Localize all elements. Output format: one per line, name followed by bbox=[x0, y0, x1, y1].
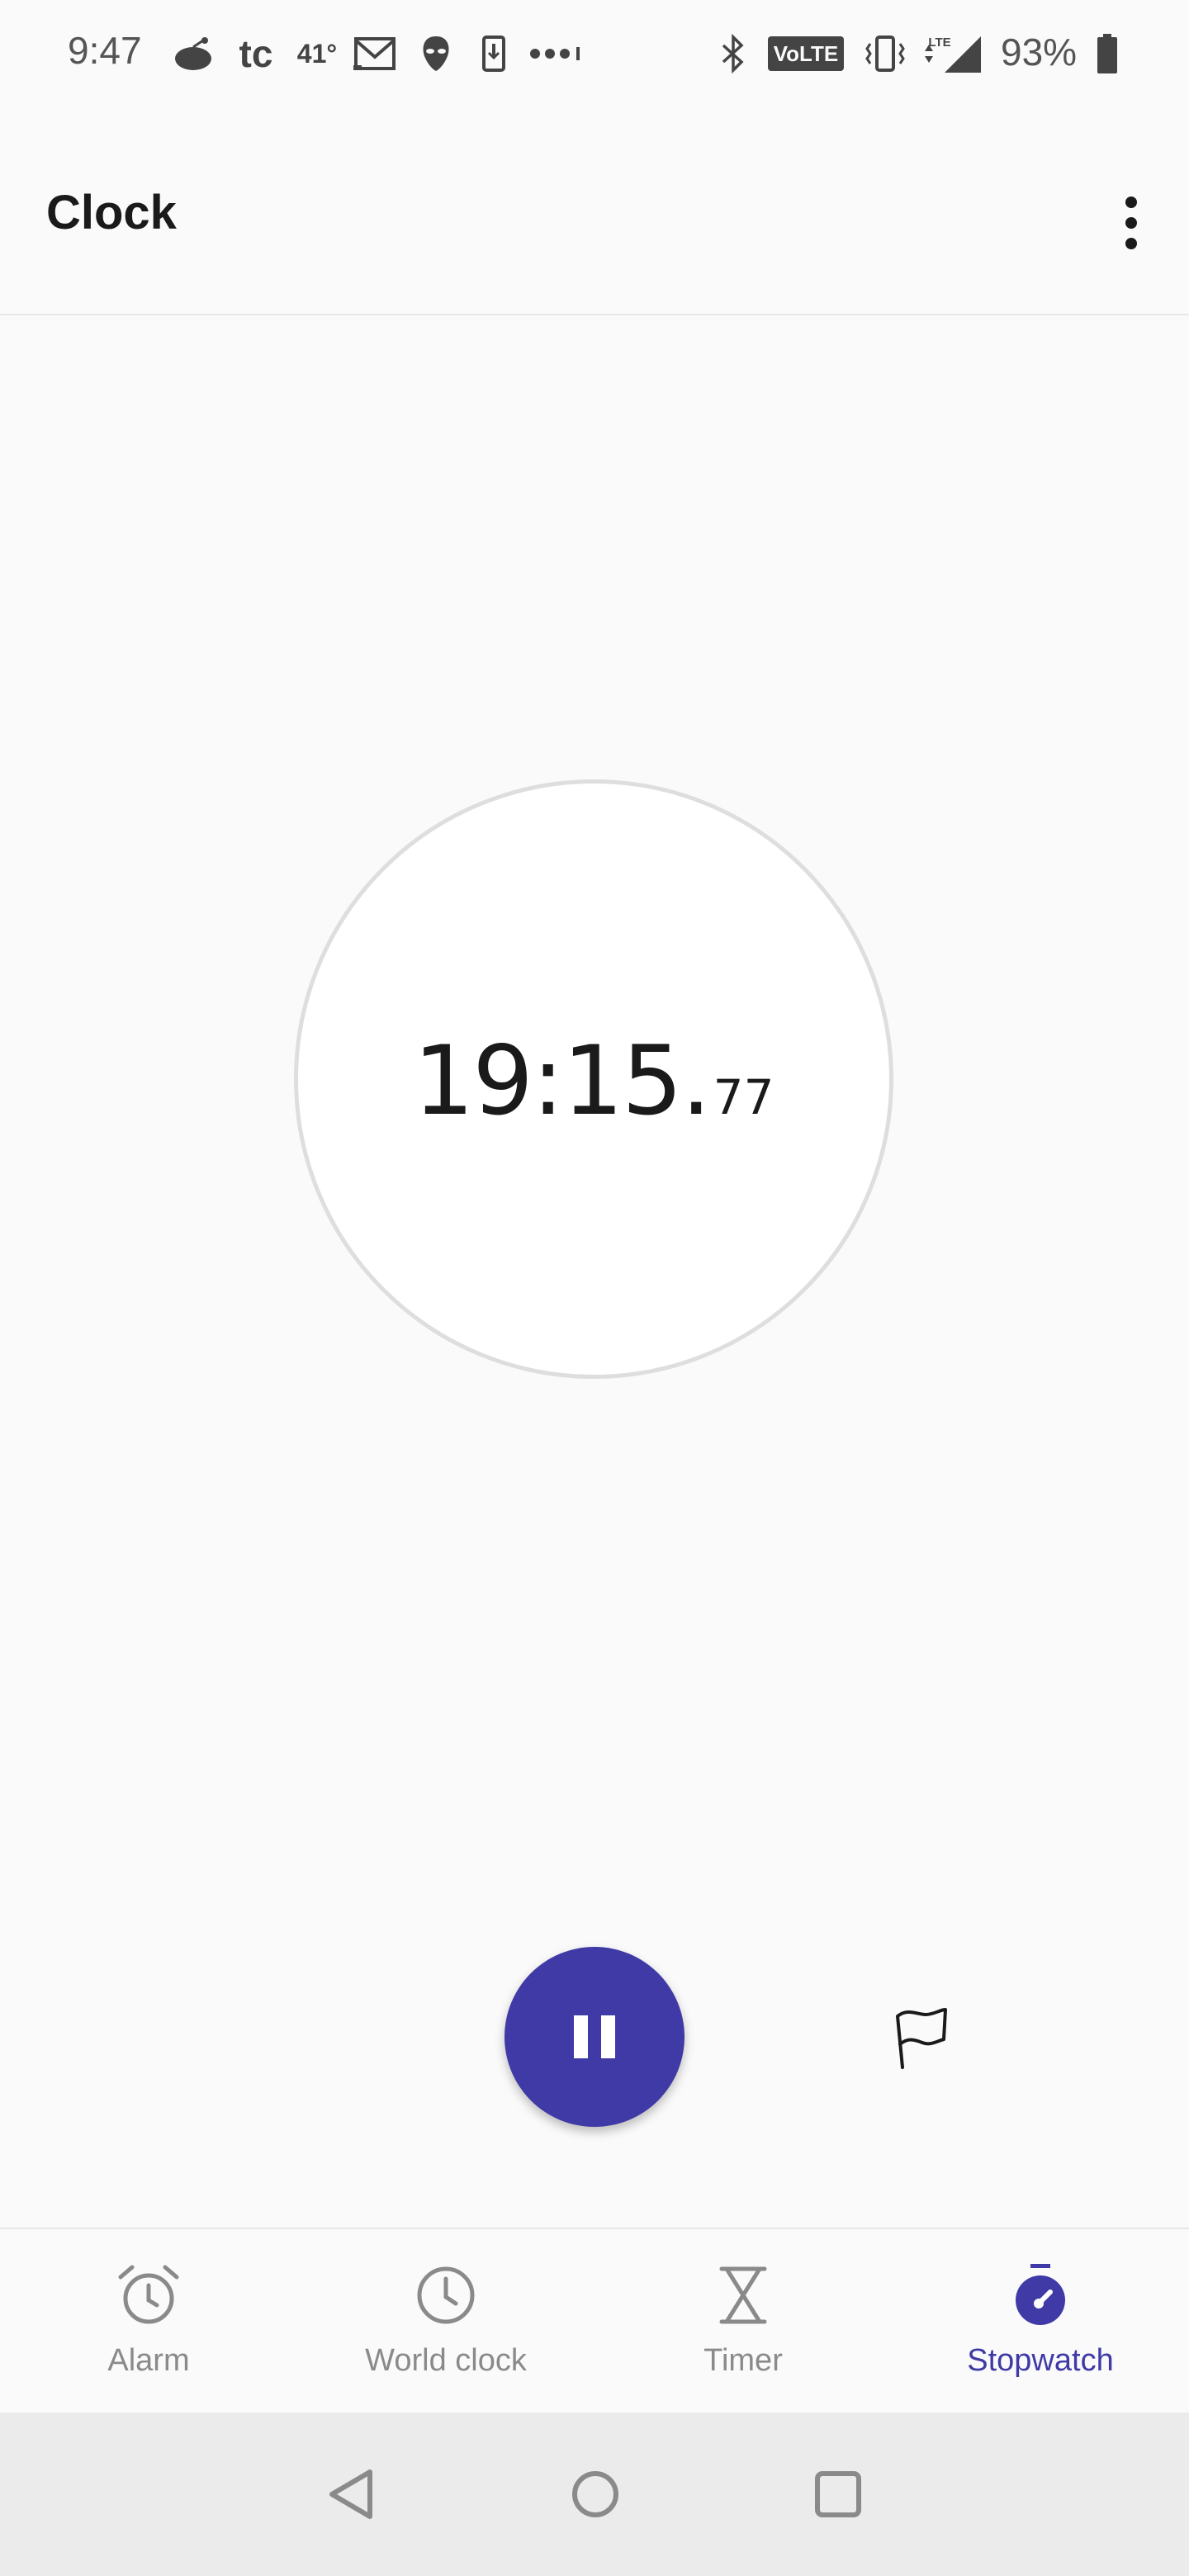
vibrate-icon bbox=[864, 33, 907, 74]
battery-icon bbox=[1095, 33, 1120, 74]
more-notifications-icon bbox=[528, 33, 583, 74]
reddit-icon bbox=[170, 33, 216, 74]
download-icon bbox=[479, 33, 509, 74]
volte-label: VoLTE bbox=[774, 41, 838, 66]
alien-app-icon bbox=[416, 33, 456, 74]
back-button[interactable] bbox=[315, 2457, 390, 2531]
stopwatch-dial: 19:15. 77 bbox=[294, 779, 893, 1379]
bottom-navigation: Alarm World clock Timer Stopwatch bbox=[0, 2228, 1189, 2413]
home-circle-icon bbox=[572, 2471, 618, 2517]
system-navigation-bar bbox=[0, 2413, 1189, 2576]
recents-button[interactable] bbox=[801, 2457, 875, 2531]
tab-stopwatch-label: Stopwatch bbox=[967, 2343, 1114, 2378]
status-bar: 9:47 tc 41° VoLTE LTE 93% bbox=[0, 0, 1189, 107]
clock-icon bbox=[413, 2262, 479, 2328]
page-title: Clock bbox=[46, 186, 177, 239]
more-options-button[interactable] bbox=[1103, 182, 1159, 264]
tab-timer-label: Timer bbox=[703, 2343, 783, 2378]
more-vert-icon bbox=[1125, 197, 1137, 249]
home-button[interactable] bbox=[558, 2457, 632, 2531]
flag-icon bbox=[896, 2008, 947, 2069]
tab-alarm-label: Alarm bbox=[107, 2343, 190, 2378]
tab-stopwatch[interactable]: Stopwatch bbox=[892, 2229, 1189, 2414]
tab-alarm[interactable]: Alarm bbox=[0, 2229, 297, 2414]
tab-timer[interactable]: Timer bbox=[594, 2229, 892, 2414]
pause-button[interactable] bbox=[504, 1947, 685, 2127]
pause-icon bbox=[574, 2015, 615, 2058]
hourglass-icon bbox=[710, 2262, 776, 2328]
recents-square-icon bbox=[815, 2471, 861, 2517]
lap-button[interactable] bbox=[880, 1996, 963, 2079]
volte-icon: VoLTE bbox=[768, 33, 844, 74]
techcrunch-icon: tc bbox=[239, 32, 273, 75]
gmail-icon bbox=[352, 33, 398, 74]
tab-world-clock-label: World clock bbox=[365, 2343, 527, 2378]
tab-world-clock[interactable]: World clock bbox=[297, 2229, 594, 2414]
lte-label: LTE bbox=[928, 36, 950, 50]
weather-temp: 41° bbox=[296, 38, 338, 69]
bluetooth-icon bbox=[715, 33, 751, 74]
status-time: 9:47 bbox=[68, 29, 142, 72]
back-triangle-icon bbox=[329, 2469, 372, 2519]
app-bar: Clock bbox=[0, 107, 1189, 315]
elapsed-centiseconds: 77 bbox=[713, 1068, 775, 1125]
battery-percent: 93% bbox=[1001, 31, 1078, 73]
lte-signal-icon: LTE bbox=[918, 33, 984, 74]
alarm-icon bbox=[116, 2262, 182, 2328]
elapsed-time: 19:15. bbox=[413, 1025, 712, 1137]
stopwatch-readout: 19:15. 77 bbox=[414, 1025, 775, 1137]
stopwatch-icon bbox=[1007, 2262, 1073, 2328]
